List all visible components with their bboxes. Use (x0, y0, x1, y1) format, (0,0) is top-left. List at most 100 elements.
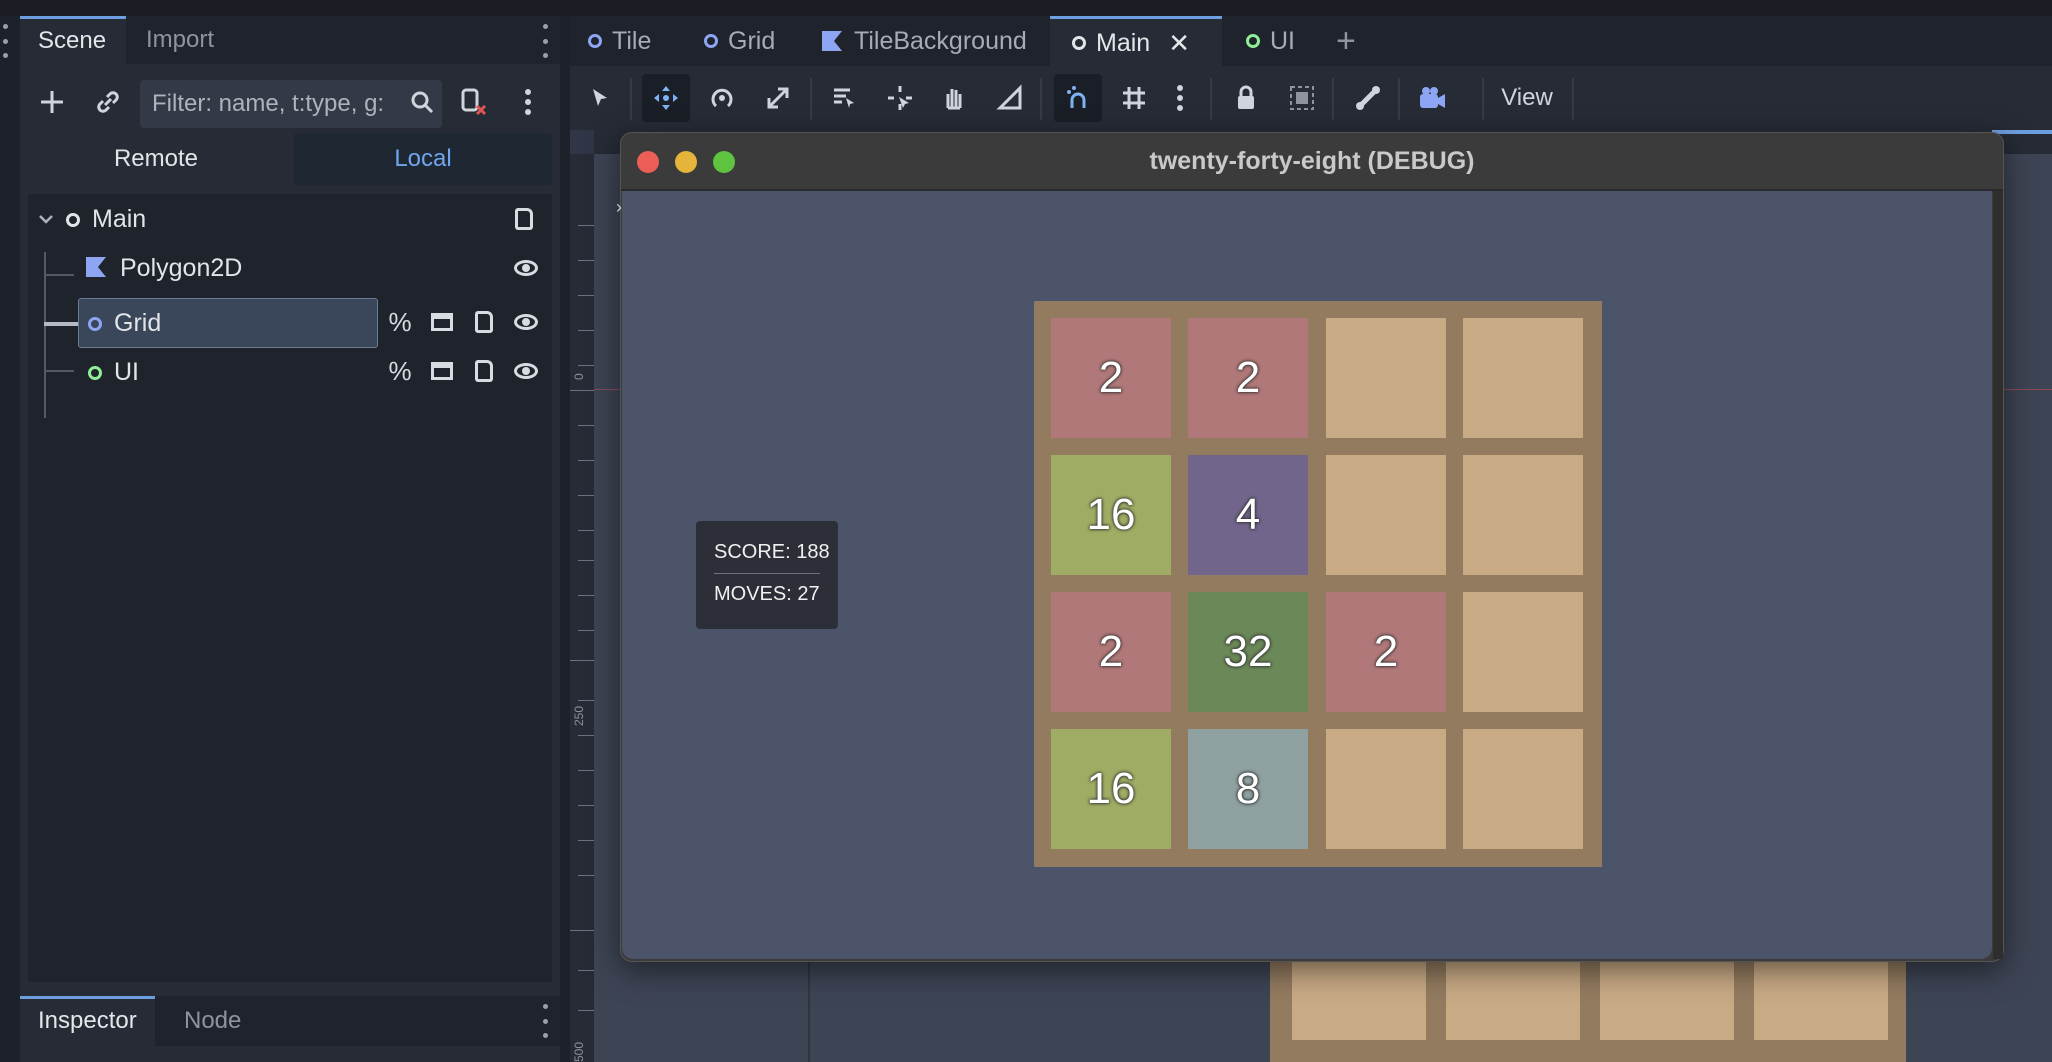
moves-label: MOVES: 27 (714, 583, 820, 605)
grid-snap-button[interactable] (1110, 74, 1158, 122)
unique-name-icon[interactable]: % (384, 306, 416, 338)
snap-magnet-icon (1067, 86, 1086, 108)
script-remove-icon (461, 88, 487, 116)
editor-tile-preview (1446, 960, 1580, 1040)
scene-more-button[interactable] (508, 82, 548, 122)
tree-item-label: Polygon2D (120, 254, 243, 282)
collapse-chevron-icon[interactable] (38, 212, 54, 230)
script-icon[interactable] (508, 203, 540, 235)
local-tab[interactable]: Local (294, 133, 552, 185)
empty-tile (1463, 592, 1583, 712)
editor-tile-preview (1754, 960, 1888, 1040)
filter-placeholder: Filter: name, t:type, g: (152, 90, 385, 117)
lock-button[interactable] (1222, 74, 1270, 122)
editor-tile-preview (1600, 960, 1734, 1040)
ruler-icon (996, 84, 1022, 110)
score-divider (714, 573, 820, 574)
tab-node[interactable]: Node (166, 996, 259, 1046)
empty-tile (1463, 729, 1583, 849)
remote-tab[interactable]: Remote (28, 133, 284, 185)
collapse-arrow-icon: › (616, 197, 622, 217)
toolbar-separator (810, 78, 812, 120)
inspector-dock-tabs: Inspector Node (20, 996, 560, 1046)
snap-options-button[interactable] (1156, 74, 1204, 122)
camera-override-button[interactable] (1408, 74, 1456, 122)
list-select-icon (834, 88, 854, 108)
filter-search-icon (402, 82, 442, 122)
ruler-mode-button[interactable] (986, 74, 1034, 122)
tile-32: 32 (1188, 592, 1308, 712)
tile-2: 2 (1051, 318, 1171, 438)
dock-menu-grip[interactable] (542, 1004, 548, 1038)
tab-scene[interactable]: Scene (20, 16, 126, 64)
toolbar-separator (1332, 78, 1334, 120)
detach-script-button[interactable] (454, 82, 494, 122)
kebab-icon (525, 89, 531, 115)
view-menu-button[interactable]: View (1492, 74, 1562, 122)
window-right-edge (1993, 191, 2003, 959)
empty-tile (1326, 729, 1446, 849)
tree-item-polygon2d[interactable]: Polygon2D (84, 245, 242, 291)
vertical-ruler: 0 250 500 (570, 130, 594, 1062)
clapper-icon[interactable] (426, 355, 458, 387)
scene-tab-tile[interactable]: Tile (588, 16, 651, 66)
pivot-icon (888, 86, 912, 110)
dock-menu-grip[interactable] (542, 24, 548, 58)
scene-tab-label: TileBackground (854, 27, 1027, 55)
game-area[interactable]: › SCORE: 188 MOVES: 27 2 2 16 4 2 32 2 16 8 (616, 191, 1992, 959)
scale-mode-button[interactable] (754, 74, 802, 122)
toolbar-separator (1482, 78, 1484, 120)
script-icon[interactable] (468, 306, 500, 338)
visibility-eye-icon[interactable] (510, 306, 542, 338)
empty-tile (1326, 455, 1446, 575)
scene-tabs-bar: Tile Grid TileBackground Main ✕ UI + (570, 16, 2052, 66)
filter-nodes-input[interactable]: Filter: name, t:type, g: (140, 80, 442, 128)
smart-snap-button[interactable] (1054, 74, 1102, 122)
add-node-button[interactable] (32, 82, 72, 122)
instance-scene-button[interactable] (88, 82, 128, 122)
scale-icon (767, 87, 789, 109)
visibility-eye-icon[interactable] (510, 252, 542, 284)
close-tab-icon[interactable]: ✕ (1168, 18, 1190, 68)
game-board[interactable]: 2 2 16 4 2 32 2 16 8 (1034, 301, 1602, 867)
move-arrows-icon (654, 86, 678, 110)
empty-tile (1463, 455, 1583, 575)
move-mode-button[interactable] (642, 74, 690, 122)
debug-game-window[interactable]: twenty-forty-eight (DEBUG) › SCORE: 188 … (616, 132, 2004, 962)
tab-import[interactable]: Import (128, 16, 232, 64)
top-strip (0, 0, 2052, 16)
tree-item-grid[interactable]: Grid (88, 300, 161, 346)
scene-tab-label: UI (1270, 27, 1295, 55)
scene-tab-tilebackground[interactable]: TileBackground (820, 16, 1027, 66)
tab-inspector[interactable]: Inspector (20, 996, 155, 1046)
scene-tab-label: Grid (728, 27, 776, 55)
tile-2: 2 (1051, 592, 1171, 712)
group-icon (1290, 86, 1314, 110)
control-ring-icon (88, 366, 102, 380)
scene-dock-tabs: Scene Import (20, 16, 560, 64)
tree-item-main[interactable]: Main (66, 196, 146, 242)
scene-tab-main[interactable]: Main ✕ (1050, 16, 1222, 66)
unique-name-icon[interactable]: % (384, 355, 416, 387)
tree-line (44, 370, 74, 372)
tree-item-ui[interactable]: UI (88, 349, 139, 395)
ruler-label: 500 (572, 1041, 586, 1062)
skeleton-button[interactable] (1344, 74, 1392, 122)
scene-tab-grid[interactable]: Grid (704, 16, 775, 66)
tile-16: 16 (1051, 455, 1171, 575)
list-select-button[interactable] (820, 74, 868, 122)
pan-mode-button[interactable] (930, 74, 978, 122)
rotate-mode-button[interactable] (698, 74, 746, 122)
left-dock-grip[interactable] (0, 24, 14, 60)
add-scene-tab-icon[interactable]: + (1336, 16, 1356, 66)
cursor-arrow-icon (593, 89, 607, 106)
group-button[interactable] (1278, 74, 1326, 122)
visibility-eye-icon[interactable] (510, 355, 542, 387)
scene-tab-ui[interactable]: UI (1246, 16, 1295, 66)
script-icon[interactable] (468, 355, 500, 387)
toolbar-separator (1398, 78, 1400, 120)
clapper-icon[interactable] (426, 306, 458, 338)
select-mode-button[interactable] (576, 74, 624, 122)
pivot-mode-button[interactable] (876, 74, 924, 122)
node2d-ring-icon (66, 213, 80, 227)
